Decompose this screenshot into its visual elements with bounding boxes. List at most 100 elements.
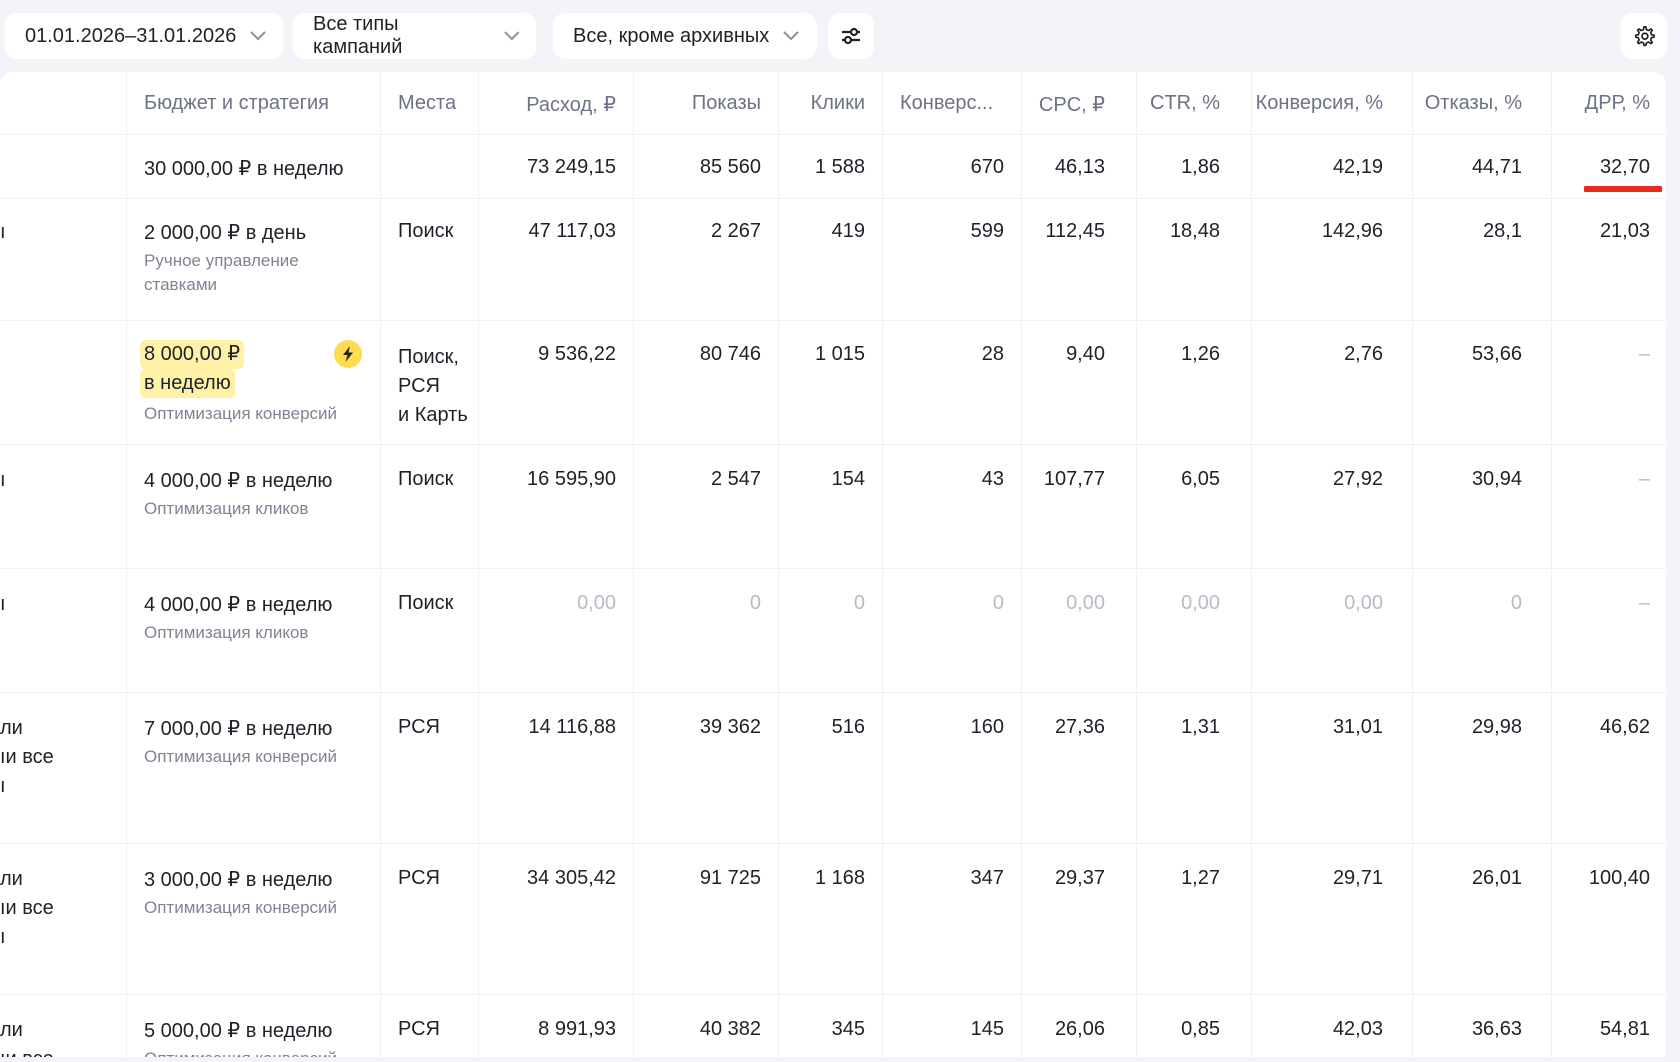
campaigns-table: Бюджет и стратегия Места Расход, ₽ Показ… — [0, 72, 1666, 1057]
total-impressions: 85 560 — [699, 156, 761, 178]
row-drr: – — [1638, 343, 1650, 365]
column-header-ctr[interactable]: CTR, % — [1150, 92, 1220, 115]
row-bounce: 30,94 — [1471, 468, 1522, 490]
row-strategy: Оптимизация конверсий — [144, 898, 338, 917]
row-conversion-rate: 31,01 — [1332, 716, 1383, 738]
column-header-cpc[interactable]: CPC, ₽ — [1039, 92, 1105, 117]
total-spend: 73 249,15 — [527, 156, 616, 178]
row-budget-line1[interactable]: 8 000,00 ₽ — [140, 340, 245, 369]
column-header-impressions[interactable]: Показы — [692, 92, 761, 115]
row-ctr: 0,00 — [1181, 592, 1220, 614]
row-impressions: 40 382 — [699, 1018, 761, 1040]
row-ctr: 0,85 — [1181, 1018, 1220, 1040]
total-conversion-rate: 42,19 — [1332, 156, 1383, 178]
row-spend: 9 536,22 — [538, 343, 616, 365]
row-conversion-rate: 0,00 — [1344, 592, 1383, 614]
row-places: РСЯ — [398, 716, 441, 738]
campaign-type-select[interactable]: Все типы кампаний — [293, 13, 536, 59]
row-ctr: 1,26 — [1181, 343, 1220, 365]
row-cpc: 112,45 — [1045, 220, 1105, 242]
row-budget[interactable]: 3 000,00 ₽ в неделю — [144, 867, 332, 892]
row-places: РСЯ — [398, 1018, 441, 1040]
row-budget[interactable]: 7 000,00 ₽ в неделю — [144, 716, 332, 741]
row-strategy: Оптимизация кликов — [144, 499, 309, 518]
row-spend: 16 595,90 — [527, 468, 616, 490]
row-conversions: 347 — [970, 867, 1004, 889]
row-ctr: 1,31 — [1181, 716, 1220, 738]
row-impressions: 2 547 — [710, 468, 761, 490]
total-drr: 32,70 — [1599, 156, 1650, 178]
total-clicks: 1 588 — [814, 156, 865, 178]
row-ctr: 1,27 — [1181, 867, 1220, 889]
row-conversions: 599 — [970, 220, 1004, 242]
lightning-icon[interactable] — [334, 340, 362, 368]
row-impressions: 91 725 — [699, 867, 761, 889]
row-clicks: 516 — [831, 716, 865, 738]
row-impressions: 0 — [749, 592, 761, 614]
row-clicks: 0 — [853, 592, 865, 614]
row-places: Поиск — [398, 220, 454, 242]
row-budget-line2[interactable]: в неделю — [140, 369, 235, 398]
campaign-name[interactable]: ı — [0, 218, 6, 247]
column-header-conversions[interactable]: Конверс... — [900, 92, 993, 115]
row-cpc: 107,77 — [1043, 468, 1105, 490]
row-conversions: 43 — [981, 468, 1004, 490]
column-header-bounce[interactable]: Отказы, % — [1425, 92, 1522, 115]
row-bounce: 28,1 — [1483, 220, 1522, 242]
row-spend: 47 117,03 — [528, 220, 617, 242]
row-conversions: 145 — [970, 1018, 1004, 1040]
row-spend: 8 991,93 — [538, 1018, 616, 1040]
row-cpc: 29,37 — [1054, 867, 1105, 889]
column-header-spend[interactable]: Расход, ₽ — [526, 92, 616, 117]
chevron-down-icon — [250, 31, 267, 41]
row-ctr: 6,05 — [1181, 468, 1220, 490]
row-conversion-rate: 27,92 — [1332, 468, 1383, 490]
campaign-name[interactable]: ли ıи все ı — [0, 865, 54, 952]
status-value: Все, кроме архивных — [573, 24, 770, 47]
row-spend: 14 116,88 — [528, 716, 617, 738]
row-cpc: 26,06 — [1054, 1018, 1105, 1040]
campaign-type-value: Все типы кампаний — [313, 13, 403, 58]
total-budget: 30 000,00 ₽ в неделю — [144, 158, 344, 180]
filter-settings-button[interactable] — [828, 13, 874, 59]
total-cpc: 46,13 — [1054, 156, 1105, 178]
column-header-budget[interactable]: Бюджет и стратегия — [144, 92, 329, 115]
row-bounce: 53,66 — [1471, 343, 1522, 365]
campaign-name[interactable]: ли ıи все ı — [0, 714, 54, 801]
row-cpc: 27,36 — [1054, 716, 1105, 738]
row-bounce: 36,63 — [1471, 1018, 1522, 1040]
row-budget[interactable]: 5 000,00 ₽ в неделю — [144, 1018, 332, 1043]
row-impressions: 39 362 — [699, 716, 761, 738]
row-budget[interactable]: 4 000,00 ₽ в неделю — [144, 592, 332, 617]
drr-underline-mark — [1584, 186, 1662, 192]
row-bounce: 26,01 — [1471, 867, 1522, 889]
row-spend: 34 305,42 — [527, 867, 616, 889]
row-conversion-rate: 42,03 — [1332, 1018, 1383, 1040]
row-places: Поиск — [398, 592, 454, 614]
row-strategy: Оптимизация конверсий — [144, 1047, 337, 1057]
row-conversion-rate: 142,96 — [1321, 220, 1383, 242]
row-cpc: 9,40 — [1066, 343, 1105, 365]
column-header-drr[interactable]: ДРР, % — [1585, 92, 1650, 115]
sliders-icon — [842, 27, 860, 45]
row-budget[interactable]: 4 000,00 ₽ в неделю — [144, 468, 332, 493]
campaign-name[interactable]: ли ıи все — [0, 1016, 54, 1057]
status-select[interactable]: Все, кроме архивных — [553, 13, 817, 59]
row-places: Поиск — [398, 468, 454, 490]
column-header-conversion-rate[interactable]: Конверсия, % — [1256, 92, 1383, 115]
row-budget[interactable]: 2 000,00 ₽ в день — [144, 220, 306, 245]
row-drr: – — [1638, 592, 1650, 614]
row-drr: 100,40 — [1588, 867, 1650, 889]
column-header-clicks[interactable]: Клики — [811, 92, 865, 115]
row-places: Поиск, РСЯ и Карть — [398, 346, 468, 426]
row-cpc: 0,00 — [1066, 592, 1105, 614]
campaign-name[interactable]: ı — [0, 590, 6, 619]
chevron-down-icon — [783, 31, 799, 41]
date-range-select[interactable]: 01.01.2026–31.01.2026 — [5, 13, 283, 59]
column-header-places[interactable]: Места — [398, 92, 456, 115]
row-strategy: Оптимизация конверсий — [144, 747, 338, 766]
row-conversion-rate: 2,76 — [1344, 343, 1383, 365]
settings-button[interactable] — [1621, 13, 1667, 59]
campaign-name[interactable]: ı — [0, 466, 6, 495]
row-clicks: 1 015 — [814, 343, 865, 365]
